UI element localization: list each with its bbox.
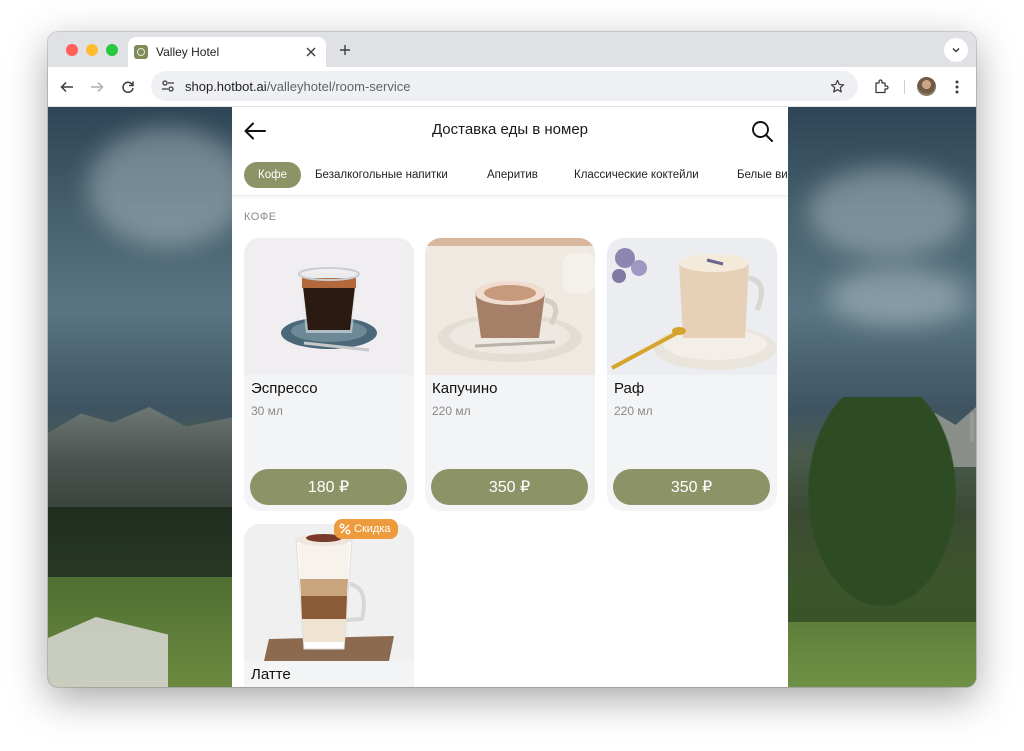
price-button[interactable]: 180 ₽ xyxy=(250,469,407,505)
toolbar-divider xyxy=(904,80,905,94)
minimize-window-button[interactable] xyxy=(86,44,98,56)
background-cloud xyxy=(828,267,968,327)
profile-avatar[interactable] xyxy=(917,77,936,96)
raf-image xyxy=(607,238,777,375)
url-text: shop.hotbot.ai/valleyhotel/room-service xyxy=(185,79,826,94)
star-icon[interactable] xyxy=(826,75,848,97)
category-tabs: Кофе Безалкогольные напитки Аперитив Кла… xyxy=(232,154,788,196)
tab-aperitif[interactable]: Аперитив xyxy=(473,162,552,188)
background-cloud xyxy=(808,167,968,257)
product-card-latte[interactable]: Латте xyxy=(244,524,414,687)
tab-classic-cocktails[interactable]: Классические коктейли xyxy=(560,162,713,188)
background-cloud xyxy=(88,127,248,247)
product-name: Раф xyxy=(614,380,645,397)
kebab-menu-icon[interactable] xyxy=(948,76,966,98)
site-settings-icon[interactable] xyxy=(157,75,179,97)
product-card-espresso[interactable]: Эспрессо 30 мл 180 ₽ xyxy=(244,238,414,511)
page-scrollbar[interactable] xyxy=(970,412,974,442)
browser-window: Valley Hotel shop.hotbot.ai/valleyhotel/… xyxy=(48,32,976,687)
background-meadow xyxy=(788,622,976,687)
back-arrow-icon[interactable] xyxy=(56,76,78,98)
close-window-button[interactable] xyxy=(66,44,78,56)
badge-label: Скидка xyxy=(354,523,391,535)
price-button[interactable]: 350 ₽ xyxy=(431,469,588,505)
cappuccino-image xyxy=(425,238,595,375)
hotel-favicon-icon xyxy=(134,45,148,59)
maximize-window-button[interactable] xyxy=(106,44,118,56)
search-icon[interactable] xyxy=(749,118,775,144)
browser-tab[interactable]: Valley Hotel xyxy=(128,37,326,67)
discount-badge: Скидка xyxy=(334,519,398,539)
tab-white-wines[interactable]: Белые ви xyxy=(723,162,788,188)
tab-coffee[interactable]: Кофе xyxy=(244,162,301,188)
close-icon[interactable] xyxy=(302,43,320,61)
product-name: Латте xyxy=(251,666,291,683)
background-tree xyxy=(788,397,976,637)
percent-icon xyxy=(339,523,351,535)
product-volume: 220 мл xyxy=(432,404,471,418)
forward-arrow-icon[interactable] xyxy=(86,76,108,98)
product-name: Капучино xyxy=(432,380,498,397)
extensions-icon[interactable] xyxy=(870,76,892,98)
price-button[interactable]: 350 ₽ xyxy=(613,469,770,505)
page-title: Доставка еды в номер xyxy=(431,121,589,138)
app-header: Доставка еды в номер xyxy=(232,107,788,154)
tab-soft-drinks[interactable]: Безалкогольные напитки xyxy=(301,162,462,188)
url-host: shop.hotbot.ai xyxy=(185,78,267,94)
product-name: Эспрессо xyxy=(251,380,318,397)
espresso-image xyxy=(244,238,414,375)
address-bar[interactable]: shop.hotbot.ai/valleyhotel/room-service xyxy=(151,71,858,101)
latte-image xyxy=(244,524,414,661)
page-viewport: Доставка еды в номер Кофе Безалкогольные… xyxy=(48,107,976,687)
browser-toolbar: shop.hotbot.ai/valleyhotel/room-service xyxy=(48,67,976,107)
tab-strip: Valley Hotel xyxy=(48,32,976,67)
chevron-down-icon[interactable] xyxy=(944,38,968,62)
product-volume: 220 мл xyxy=(614,404,653,418)
plus-icon[interactable] xyxy=(334,39,356,61)
url-path: /valleyhotel/room-service xyxy=(266,78,411,94)
product-card-raf[interactable]: Раф 220 мл 350 ₽ xyxy=(607,238,777,511)
reload-icon[interactable] xyxy=(117,76,139,98)
section-title: КОФЕ xyxy=(244,211,277,223)
tab-title: Valley Hotel xyxy=(156,45,220,59)
room-service-app: Доставка еды в номер Кофе Безалкогольные… xyxy=(232,107,788,687)
product-card-cappuccino[interactable]: Капучино 220 мл 350 ₽ xyxy=(425,238,595,511)
product-volume: 30 мл xyxy=(251,404,283,418)
